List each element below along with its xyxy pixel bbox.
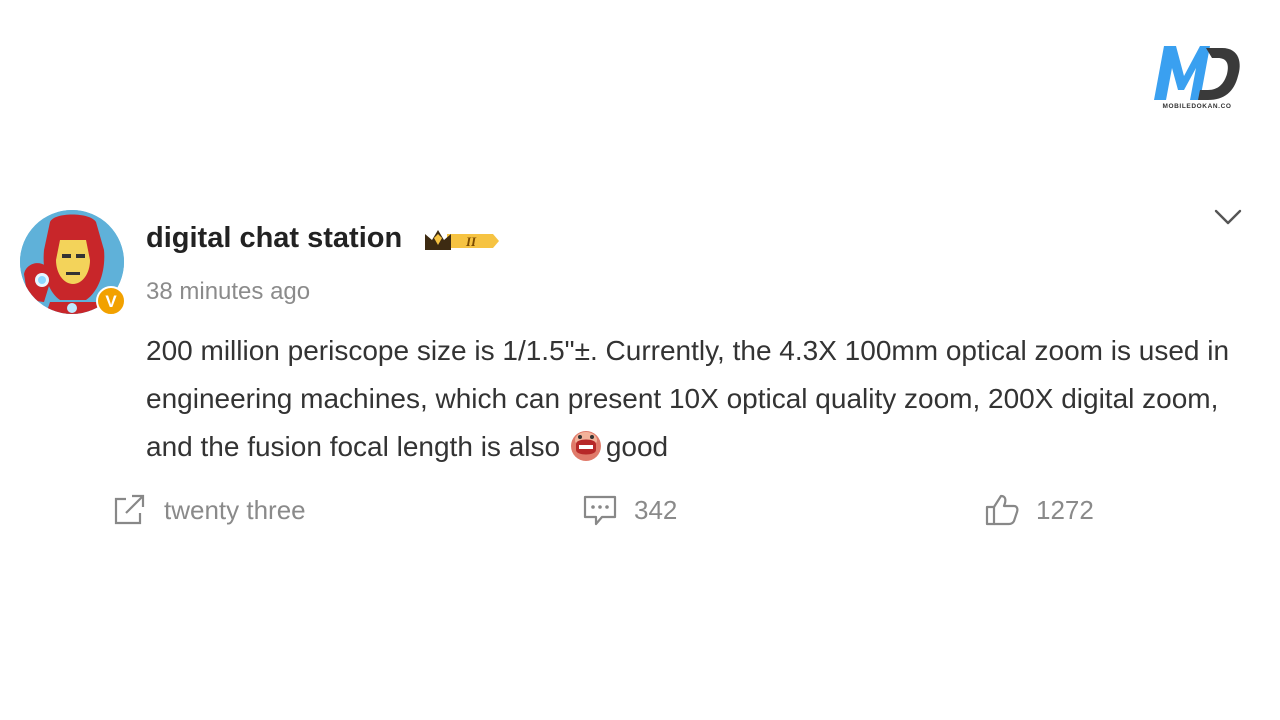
share-icon	[114, 494, 145, 525]
verified-badge: V	[96, 286, 126, 316]
member-level-badge: II	[423, 226, 501, 256]
weibo-post: V digital chat station II 38 minutes ago…	[0, 0, 1280, 720]
chevron-down-icon[interactable]	[1212, 204, 1244, 230]
share-count: twenty three	[164, 494, 306, 525]
comment-icon	[583, 495, 617, 526]
verified-badge-label: V	[105, 291, 117, 311]
like-button[interactable]: 1272	[984, 490, 1094, 530]
post-timestamp[interactable]: 38 minutes ago	[146, 278, 310, 306]
username[interactable]: digital chat station	[146, 222, 402, 255]
like-icon	[985, 494, 1019, 526]
comment-count: 342	[634, 494, 678, 525]
like-count: 1272	[1036, 494, 1094, 525]
emoji-icon	[568, 428, 604, 464]
comment-button[interactable]: 342	[582, 490, 677, 530]
post-text-end: good	[605, 431, 669, 462]
crown-icon: II	[425, 230, 499, 250]
post-content: 200 million periscope size is 1/1.5"±. C…	[146, 327, 1256, 471]
post-text: 200 million periscope size is 1/1.5"±. C…	[146, 335, 1230, 462]
member-level-text: II	[465, 234, 477, 249]
share-button[interactable]: twenty three	[112, 490, 306, 530]
